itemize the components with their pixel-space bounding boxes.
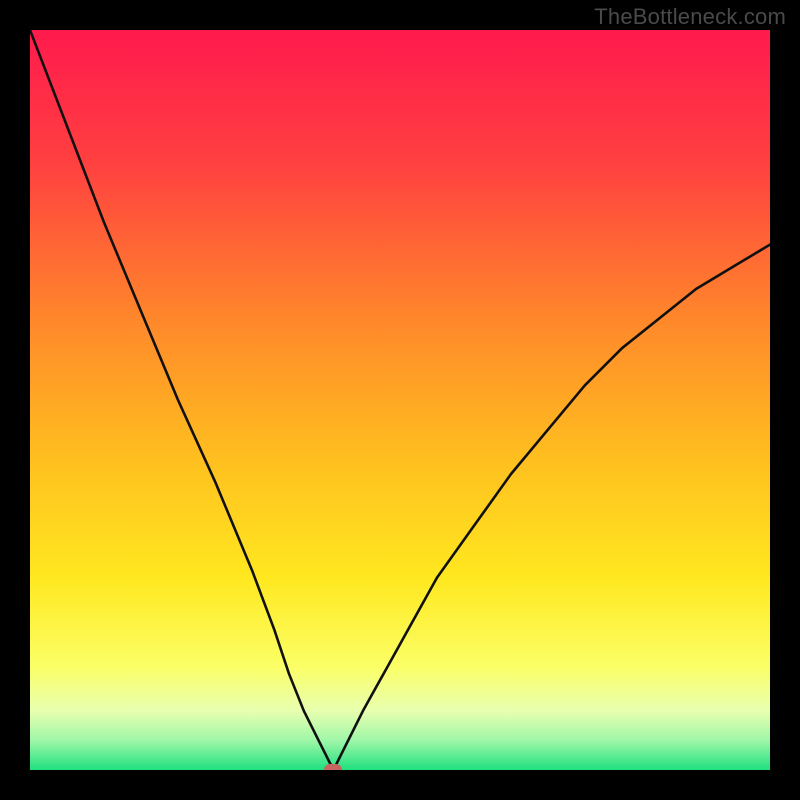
watermark-text: TheBottleneck.com xyxy=(594,4,786,30)
optimum-marker xyxy=(324,764,342,770)
plot-area xyxy=(30,30,770,770)
bottleneck-curve xyxy=(30,30,770,770)
chart-container: TheBottleneck.com xyxy=(0,0,800,800)
